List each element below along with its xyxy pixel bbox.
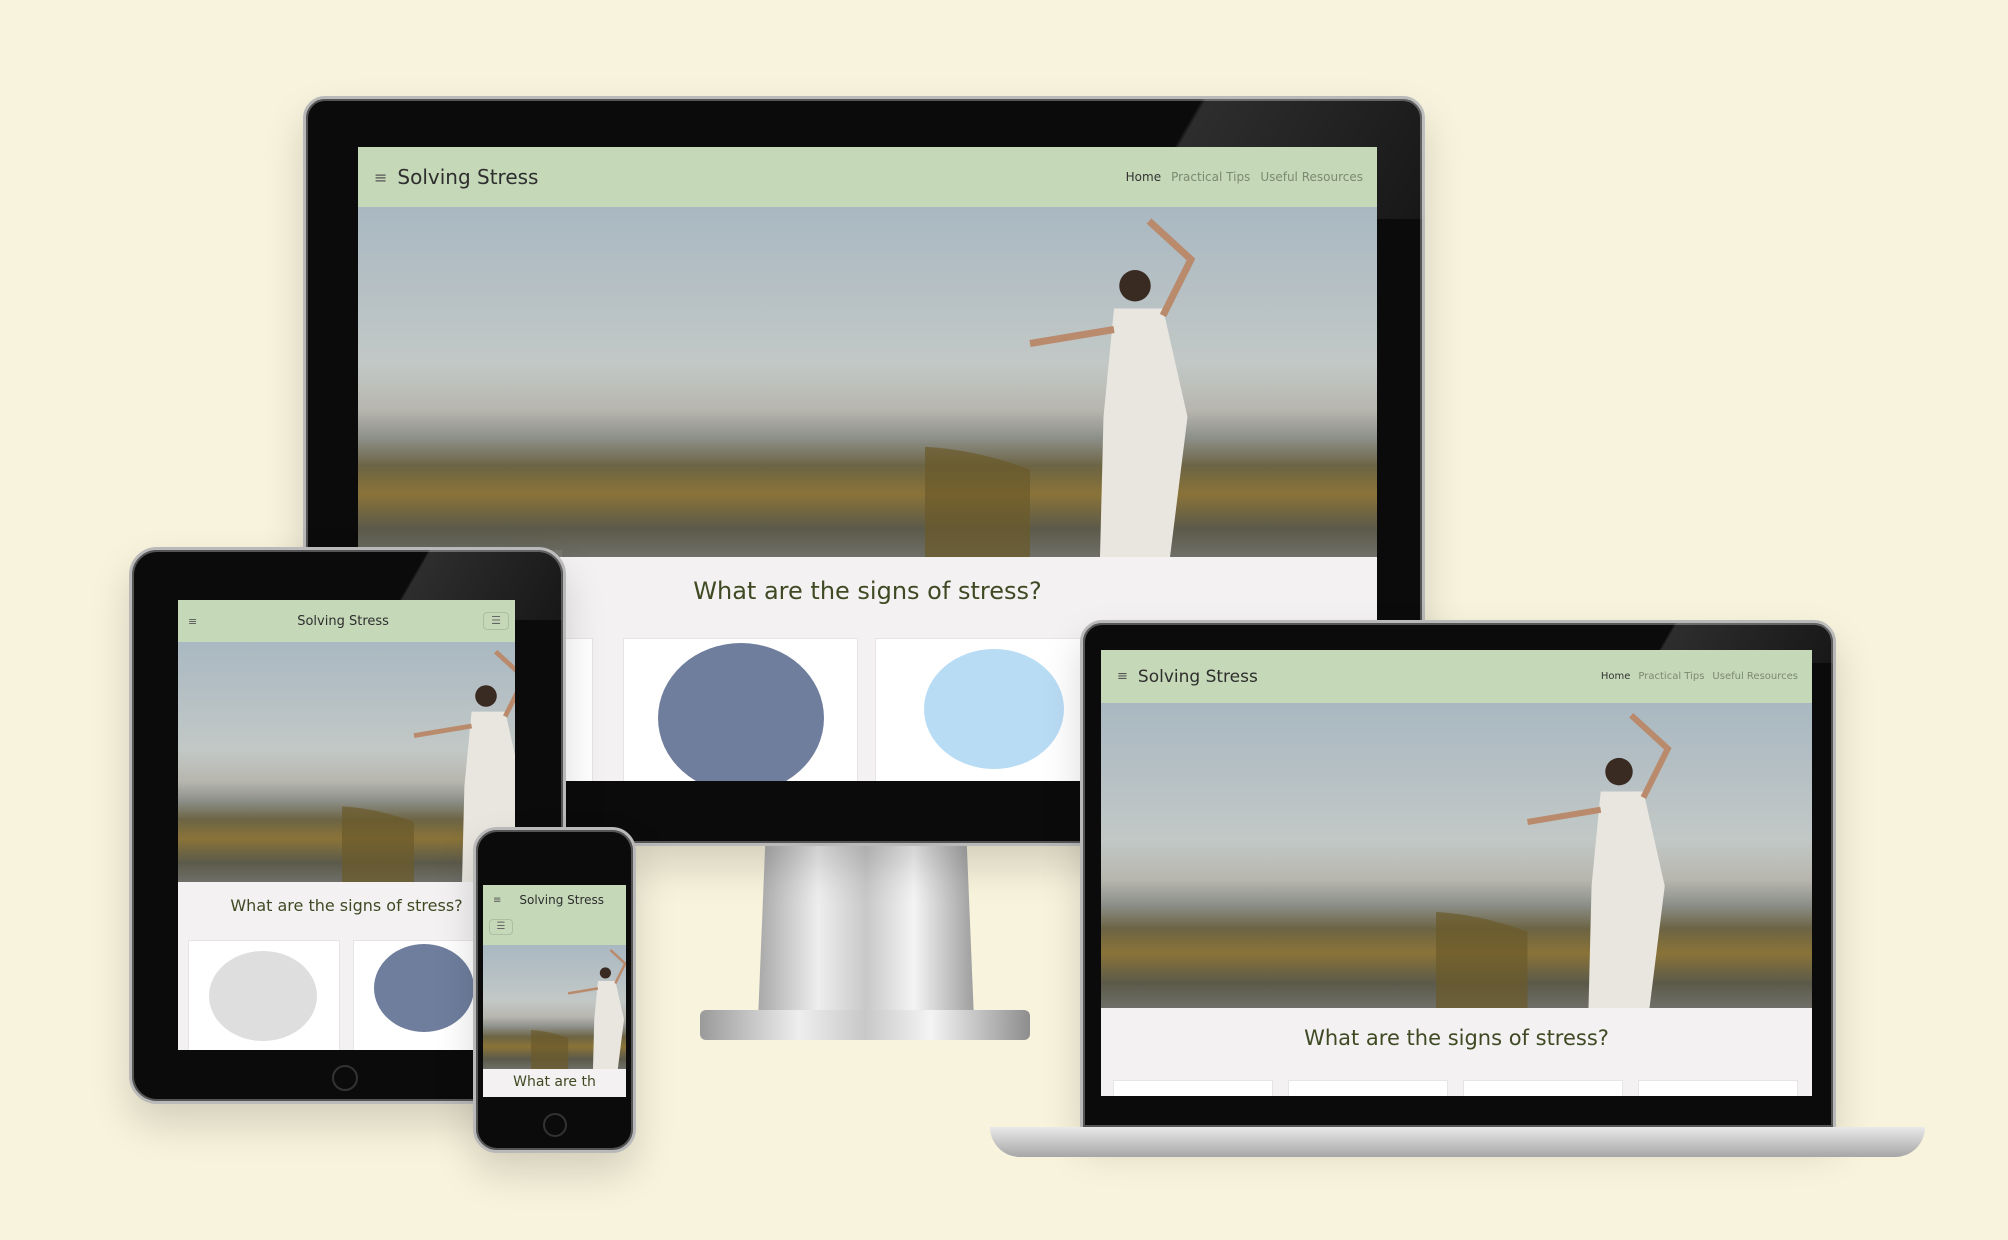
hamburger-icon[interactable]: ≡ xyxy=(188,615,197,628)
hero-image xyxy=(358,207,1377,557)
tai-chi-figure xyxy=(925,218,1196,557)
navbar-toggler[interactable]: ☰ xyxy=(489,919,513,935)
sign-card xyxy=(1638,1080,1798,1096)
sign-card xyxy=(1463,1080,1623,1096)
nav-useful-resources[interactable]: Useful Resources xyxy=(1712,671,1798,682)
tablet-screen: ≡ Solving Stress ☰ What are the signs of… xyxy=(178,600,515,1050)
anxious-illustration xyxy=(924,649,1064,769)
brand-logo[interactable]: Solving Stress xyxy=(519,893,604,907)
hero-image xyxy=(483,945,626,1069)
laptop-base xyxy=(990,1127,1925,1157)
monitor-base xyxy=(700,1010,1030,1040)
phone-home-button xyxy=(543,1113,567,1137)
nav-home[interactable]: Home xyxy=(1126,170,1161,184)
sign-card xyxy=(1288,1080,1448,1096)
section-heading: What are the signs of stress? xyxy=(230,896,463,915)
hero-image xyxy=(178,642,515,882)
section-heading: What are the signs of stress? xyxy=(1304,1026,1609,1050)
sign-card xyxy=(875,638,1110,781)
nav-useful-resources[interactable]: Useful Resources xyxy=(1260,170,1363,184)
hamburger-icon[interactable]: ≡ xyxy=(374,168,387,187)
navbar: ≡ Solving Stress Home Practical Tips Use… xyxy=(1101,650,1812,703)
navbar: ≡ Solving Stress ☰ xyxy=(178,600,515,642)
phone-screen: ≡ Solving Stress ☰ What are th xyxy=(483,885,626,1097)
navbar-toggler[interactable]: ☰ xyxy=(483,612,509,630)
sign-card xyxy=(623,638,858,781)
sleepless-illustration xyxy=(374,944,474,1032)
hero-image xyxy=(1101,703,1812,1008)
navbar: ≡ Solving Stress Home Practical Tips Use… xyxy=(358,147,1377,207)
stairs-illustration xyxy=(209,951,317,1041)
brand-logo[interactable]: Solving Stress xyxy=(397,165,538,189)
sign-card xyxy=(1113,1080,1273,1096)
hamburger-icon[interactable]: ≡ xyxy=(493,895,501,906)
tablet-home-button xyxy=(332,1065,358,1091)
sleepless-illustration xyxy=(658,643,824,781)
nav-practical-tips[interactable]: Practical Tips xyxy=(1171,170,1250,184)
tai-chi-figure xyxy=(530,949,626,1069)
monitor-stand xyxy=(758,845,974,1020)
section-heading: What are th xyxy=(513,1074,596,1090)
tai-chi-figure xyxy=(1435,712,1672,1008)
nav-practical-tips[interactable]: Practical Tips xyxy=(1638,671,1704,682)
brand-logo[interactable]: Solving Stress xyxy=(1138,667,1258,687)
navbar: ≡ Solving Stress ☰ xyxy=(483,885,626,945)
sign-card xyxy=(188,940,340,1050)
nav-home[interactable]: Home xyxy=(1601,671,1631,682)
brand-logo[interactable]: Solving Stress xyxy=(297,614,389,629)
laptop-screen: ≡ Solving Stress Home Practical Tips Use… xyxy=(1101,650,1812,1096)
hamburger-icon[interactable]: ≡ xyxy=(1117,669,1128,684)
